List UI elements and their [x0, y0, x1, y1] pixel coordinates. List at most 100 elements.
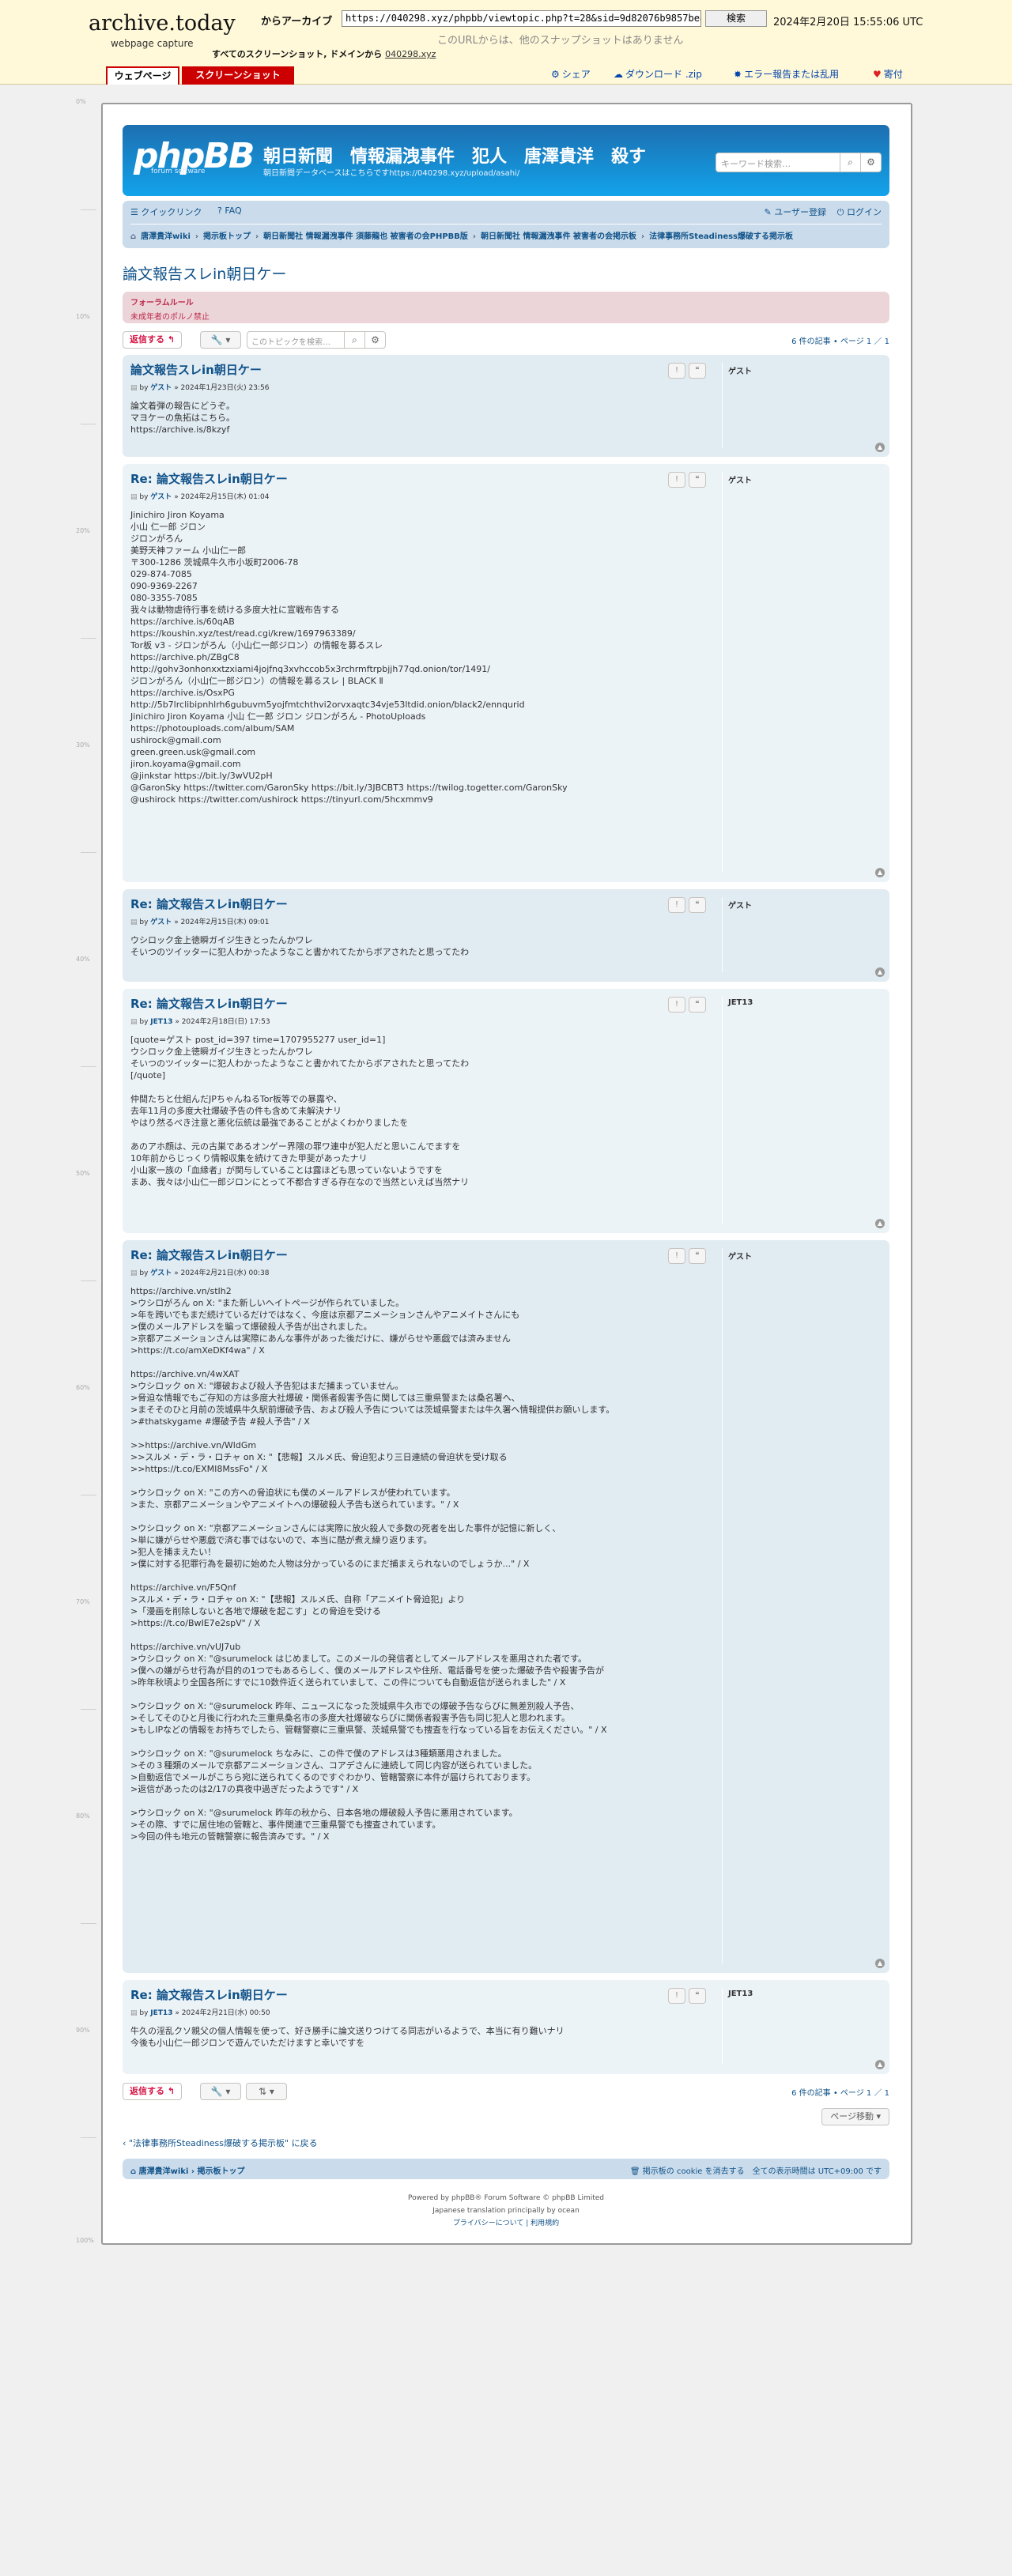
post-icon: ▤: [130, 2009, 140, 2017]
chevron-down-icon: ▾: [225, 2086, 231, 2097]
footer-breadcrumb[interactable]: ⌂ 唐澤貴洋wiki › 掲示板トップ: [130, 2164, 244, 2176]
register-link[interactable]: ✎ ユーザー登録: [765, 206, 827, 218]
ruler-label: 100%: [76, 2237, 94, 2244]
post-title[interactable]: Re: 論文報告スレin朝日ケー: [130, 470, 882, 487]
topic-tools-button[interactable]: 🔧 ▾: [200, 2083, 241, 2100]
archive-logo[interactable]: archive.today: [89, 11, 236, 36]
report-icon[interactable]: !: [668, 472, 685, 488]
search-icon[interactable]: ⌕: [840, 153, 860, 172]
topic-search-input[interactable]: このトピックを検索…: [251, 335, 330, 347]
home-icon: ⌂: [130, 232, 137, 241]
post: Re: 論文報告スレin朝日ケー ▤ by JET13 » 2024年2月18日…: [123, 989, 889, 1234]
back-to-top-icon[interactable]: ▲: [875, 443, 885, 452]
topic-tools-button[interactable]: 🔧 ▾: [200, 331, 241, 349]
pagination: 6 件の記事 • ページ 1 ／ 1: [791, 2089, 889, 2098]
login-link[interactable]: ⏻ ログイン: [837, 206, 882, 218]
post-title[interactable]: Re: 論文報告スレin朝日ケー: [130, 1986, 882, 2003]
chevron-right-icon: ›: [472, 232, 477, 241]
chevron-left-icon: ‹: [123, 2138, 129, 2148]
post-title[interactable]: 論文報告スレin朝日ケー: [130, 361, 882, 378]
tab-screenshot[interactable]: スクリーンショット: [182, 66, 294, 85]
post-title[interactable]: Re: 論文報告スレin朝日ケー: [130, 1247, 882, 1263]
report-icon[interactable]: !: [668, 1248, 685, 1264]
post-author[interactable]: JET13: [150, 2009, 172, 2017]
tab-webpage[interactable]: ウェブページ: [106, 66, 179, 85]
post-author[interactable]: ゲスト: [150, 493, 172, 501]
ruler-tick: [81, 1923, 96, 1924]
report-icon[interactable]: !: [668, 897, 685, 913]
heart-icon: ♥: [873, 69, 882, 80]
chevron-down-icon: ▾: [269, 2086, 274, 2097]
breadcrumb-item[interactable]: 法律事務所Steadiness爆破する掲示板: [649, 232, 793, 241]
report-icon[interactable]: !: [668, 997, 685, 1013]
report-link[interactable]: ✸ エラー報告または乱用: [734, 67, 841, 81]
post-author[interactable]: ゲスト: [150, 1269, 172, 1277]
quick-links[interactable]: ☰ クイックリンク: [130, 206, 202, 218]
topic-search-box[interactable]: このトピックを検索… ⌕ ⚙: [247, 331, 386, 349]
report-icon[interactable]: !: [668, 1988, 685, 2004]
ruler-label: 70%: [76, 1598, 90, 1605]
post-author[interactable]: ゲスト: [150, 384, 172, 392]
quote-icon[interactable]: ❝: [689, 997, 706, 1013]
donate-link[interactable]: ♥ 寄付: [873, 67, 905, 81]
post-meta: ▤ by JET13 » 2024年2月18日(日) 17:53: [130, 1018, 270, 1026]
post-date: » 2024年2月21日(水) 00:38: [174, 1269, 270, 1277]
post-author[interactable]: JET13: [150, 1018, 172, 1026]
footer-navbar: ⌂ 唐澤貴洋wiki › 掲示板トップ 🗑 掲示板の cookie を消去する …: [123, 2159, 889, 2179]
privacy-terms-link[interactable]: プライバシーについて | 利用規約: [453, 2220, 559, 2227]
search-icon[interactable]: ⌕: [344, 332, 364, 348]
quote-icon[interactable]: ❝: [689, 472, 706, 488]
gear-icon[interactable]: ⚙: [860, 153, 881, 172]
topic-title[interactable]: 論文報告スレin朝日ケー: [123, 262, 889, 284]
site-search-box[interactable]: キーワード検索… ⌕ ⚙: [716, 153, 882, 172]
back-to-top-icon[interactable]: ▲: [875, 868, 885, 877]
back-to-top-icon[interactable]: ▲: [875, 2060, 885, 2069]
chevron-right-icon: ›: [640, 232, 645, 241]
share-link[interactable]: ⚙ シェア: [551, 67, 593, 81]
back-to-top-icon[interactable]: ▲: [875, 1219, 885, 1228]
search-input[interactable]: キーワード検索…: [721, 157, 791, 170]
post-body: Jinichiro Jiron Koyama 小山 仁一郎 ジロン ジロンがろん…: [130, 510, 568, 805]
post-divider: [722, 363, 723, 447]
breadcrumb-item[interactable]: 掲示板トップ: [203, 232, 251, 241]
quote-icon[interactable]: ❝: [689, 1988, 706, 2004]
ruler-tick: [81, 1066, 96, 1067]
archive-search-button[interactable]: 検索: [705, 10, 767, 27]
quote-icon[interactable]: ❝: [689, 363, 706, 379]
post-meta: ▤ by ゲスト » 2024年2月15日(木) 09:01: [130, 918, 270, 926]
reply-button[interactable]: 返信する ↰: [123, 2083, 183, 2100]
breadcrumb-item[interactable]: 朝日新聞社 情報漏洩事件 須藤龍也 被害者の会PHPBB版: [263, 232, 468, 241]
domain-link[interactable]: 040298.xyz: [385, 49, 436, 59]
jump-bar: ページ移動 ▾: [123, 2106, 889, 2125]
post-title[interactable]: Re: 論文報告スレin朝日ケー: [130, 995, 882, 1012]
delete-cookies-link[interactable]: 🗑 掲示板の cookie を消去する: [630, 2167, 745, 2176]
report-icon[interactable]: !: [668, 363, 685, 379]
download-link[interactable]: ☁ ダウンロード .zip: [614, 67, 704, 81]
ruler-label: 40%: [76, 956, 90, 963]
archive-url-input[interactable]: https://040298.xyz/phpbb/viewtopic.php?t…: [342, 10, 701, 27]
gear-icon[interactable]: ⚙: [364, 332, 385, 348]
post-title[interactable]: Re: 論文報告スレin朝日ケー: [130, 896, 882, 912]
quote-icon[interactable]: ❝: [689, 1248, 706, 1264]
back-to-top-icon[interactable]: ▲: [875, 1959, 885, 1968]
reply-icon: ↰: [167, 334, 176, 345]
reply-button[interactable]: 返信する ↰: [123, 331, 183, 349]
back-to-top-icon[interactable]: ▲: [875, 967, 885, 977]
breadcrumb-item[interactable]: 朝日新聞社 情報漏洩事件 被害者の会掲示板: [481, 232, 636, 241]
post-meta: ▤ by ゲスト » 2024年2月15日(木) 01:04: [130, 493, 270, 501]
quote-icon[interactable]: ❝: [689, 897, 706, 913]
post-author[interactable]: ゲスト: [150, 918, 172, 926]
topic-actions-top: 返信する ↰ 🔧 ▾ このトピックを検索… ⌕ ⚙ 6 件の記事 • ページ 1…: [123, 330, 889, 349]
power-icon: ⏻: [836, 207, 847, 217]
breadcrumb: ⌂ 唐澤貴洋wiki › 掲示板トップ › 朝日新聞社 情報漏洩事件 須藤龍也 被害者の会…: [130, 229, 798, 241]
poster-name: ゲスト: [728, 1253, 752, 1262]
pagination: 6 件の記事 • ページ 1 ／ 1: [791, 338, 889, 346]
faq-link[interactable]: ? FAQ: [217, 206, 242, 216]
post: 論文報告スレin朝日ケー ▤ by ゲスト » 2024年1月23日(火) 23…: [123, 355, 889, 458]
powered-by: Powered by phpBB® Forum Software © phpBB…: [407, 2194, 605, 2202]
breadcrumb-item[interactable]: 唐澤貴洋wiki: [141, 232, 191, 241]
sort-button[interactable]: ⇅ ▾: [246, 2083, 287, 2100]
return-link[interactable]: ‹ "法律事務所Steadiness爆破する掲示板" に戻る: [123, 2137, 889, 2149]
help-icon: ?: [217, 206, 225, 216]
jump-to-button[interactable]: ページ移動 ▾: [821, 2108, 889, 2125]
